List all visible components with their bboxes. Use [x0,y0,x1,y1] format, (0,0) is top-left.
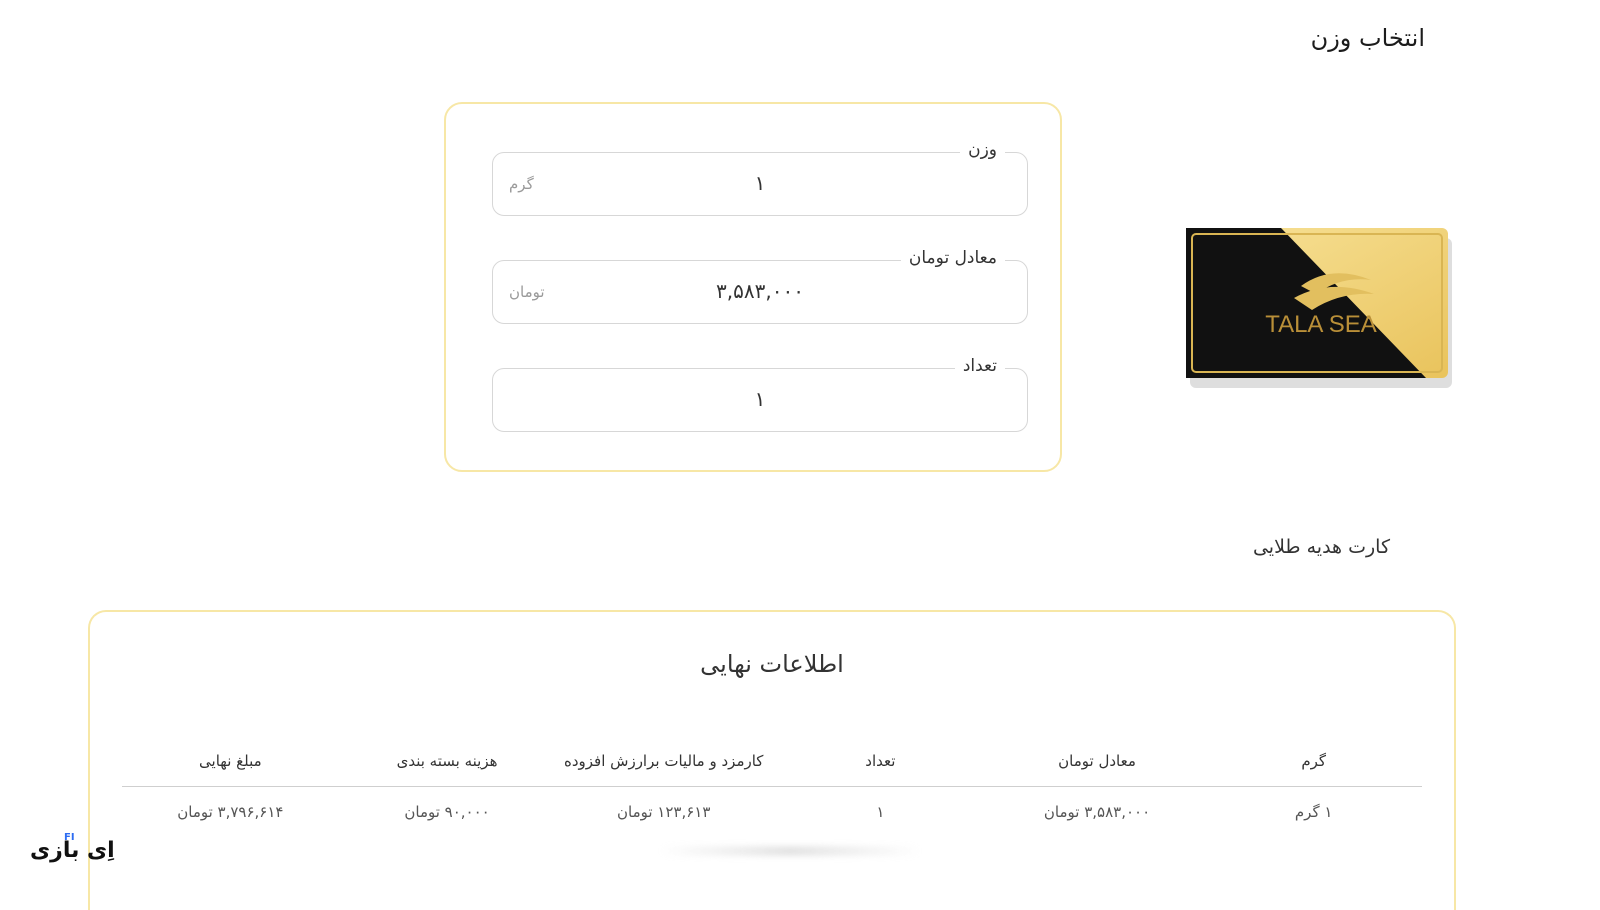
cell-final-price: ۳,۷۹۶,۶۱۴ تومان [177,803,284,821]
col-toman: معادل تومان [988,742,1206,787]
col-final-price: مبلغ نهایی [122,742,339,787]
summary-table: گرم معادل تومان تعداد کارمزد و مالیات بر… [122,742,1422,837]
summary-title: اطلاعات نهایی [700,650,844,678]
toman-unit: تومان [509,283,545,301]
cell-packaging: ۹۰,۰۰۰ تومان [404,803,490,821]
weight-unit: گرم [509,175,534,193]
col-packaging: هزینه بسته بندی [338,742,556,787]
product-name: کارت هدیه طلایی [1252,536,1390,558]
weight-selection-card: وزن ۱ گرم معادل تومان ۳,۵۸۳,۰۰۰ تومان تع… [444,102,1062,472]
gift-card-image: TALA SEA [1186,228,1452,388]
count-label: تعداد [954,356,1005,376]
watermark-logo: اِی بازی FI [30,832,115,863]
count-field[interactable]: تعداد ۱ [492,356,1028,432]
weight-label: وزن [960,140,1005,160]
toman-value[interactable]: ۳,۵۸۳,۰۰۰ [493,279,1027,303]
weight-field[interactable]: وزن ۱ گرم [492,140,1028,216]
count-value[interactable]: ۱ [493,387,1027,411]
table-row: ۱ گرم ۳,۵۸۳,۰۰۰ تومان ۱ ۱۲۳,۶۱۳ تومان ۹۰… [122,787,1422,838]
cell-toman: ۳,۵۸۳,۰۰۰ تومان [1043,803,1151,821]
final-info-card: اطلاعات نهایی گرم معادل تومان تعداد کارم… [88,610,1456,910]
blurred-text-line [660,846,920,856]
cell-fee-tax: ۱۲۳,۶۱۳ تومان [616,803,711,821]
cell-count: ۱ [876,803,885,821]
col-count: تعداد [772,742,989,787]
page-title: انتخاب وزن [1310,24,1425,52]
toman-equivalent-field[interactable]: معادل تومان ۳,۵۸۳,۰۰۰ تومان [492,248,1028,324]
table-header-row: گرم معادل تومان تعداد کارمزد و مالیات بر… [122,742,1422,787]
col-fee-tax: کارمزد و مالیات برارزش افزوده [555,742,773,787]
col-grams: گرم [1205,742,1422,787]
card-brand-text: TALA SEA [1265,311,1377,338]
watermark-badge: FI [64,832,75,843]
cell-grams: ۱ گرم [1294,803,1333,821]
weight-value[interactable]: ۱ [493,171,1027,195]
toman-label: معادل تومان [900,248,1005,268]
